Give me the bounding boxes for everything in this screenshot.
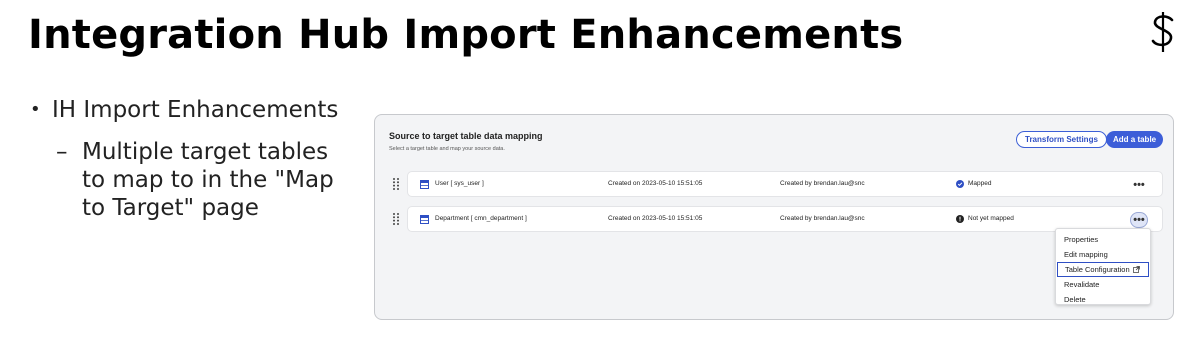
sub-bullet-item: – Multiple target tables to map to in th… (56, 138, 346, 222)
sub-bullet-dash: – (56, 139, 68, 166)
bullet-dot: • (30, 99, 41, 120)
panel-title: Source to target table data mapping (389, 131, 543, 141)
transform-settings-button[interactable]: Transform Settings (1016, 131, 1107, 148)
add-table-button[interactable]: Add a table (1106, 131, 1164, 148)
menu-item-delete[interactable]: Delete (1056, 292, 1150, 307)
mapping-panel: Source to target table data mapping Sele… (374, 114, 1174, 320)
bullet-text: IH Import Enhancements (52, 97, 339, 123)
drag-handle-icon[interactable] (392, 177, 400, 191)
row-card[interactable]: User [ sys_user ] Created on 2023-05-10 … (407, 171, 1163, 197)
table-name: Department [ cmn_department ] (435, 215, 527, 222)
external-link-icon (1132, 266, 1140, 273)
table-row[interactable]: User [ sys_user ] Created on 2023-05-10 … (389, 171, 1163, 197)
check-circle-icon (956, 180, 964, 188)
mapping-status: Not yet mapped (968, 215, 1014, 222)
bullet-item: • IH Import Enhancements (30, 96, 346, 124)
table-icon (420, 215, 429, 224)
created-on: Created on 2023-05-10 15:51:05 (608, 180, 703, 187)
table-row[interactable]: Department [ cmn_department ] Created on… (389, 206, 1163, 232)
created-by: Created by brendan.lau@snc (780, 180, 865, 187)
more-options-button[interactable]: ••• (1130, 177, 1148, 193)
mapping-status: Mapped (968, 180, 992, 187)
more-options-button[interactable]: ••• (1130, 212, 1148, 228)
table-icon (420, 180, 429, 189)
menu-item-revalidate[interactable]: Revalidate (1056, 277, 1150, 292)
sub-bullet-text: Multiple target tables to map to in the … (82, 139, 334, 222)
menu-item-table-configuration[interactable]: Table Configuration (1057, 262, 1149, 277)
table-name: User [ sys_user ] (435, 180, 484, 187)
menu-item-properties[interactable]: Properties (1056, 232, 1150, 247)
row-card[interactable]: Department [ cmn_department ] Created on… (407, 206, 1163, 232)
menu-item-edit-mapping[interactable]: Edit mapping (1056, 247, 1150, 262)
menu-item-label: Table Configuration (1065, 265, 1130, 274)
created-on: Created on 2023-05-10 15:51:05 (608, 215, 703, 222)
bullet-list: • IH Import Enhancements – Multiple targ… (30, 96, 346, 222)
servicenow-dollar-logo (1151, 12, 1174, 52)
alert-circle-icon (956, 215, 964, 223)
row-context-menu: Properties Edit mapping Table Configurat… (1055, 228, 1151, 305)
panel-subtitle: Select a target table and map your sourc… (389, 146, 505, 152)
slide-title: Integration Hub Import Enhancements (28, 12, 904, 58)
created-by: Created by brendan.lau@snc (780, 215, 865, 222)
drag-handle-icon[interactable] (392, 212, 400, 226)
